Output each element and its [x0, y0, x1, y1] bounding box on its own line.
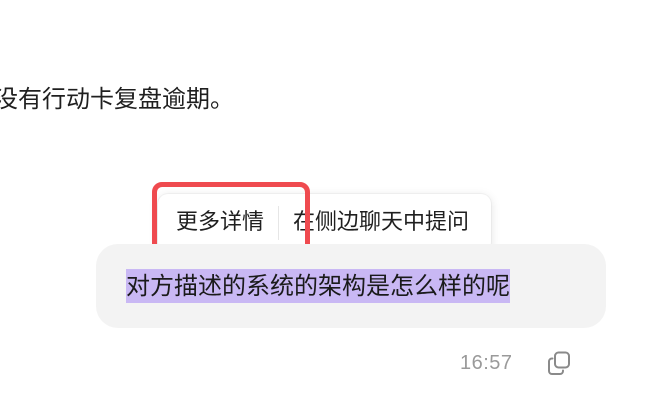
more-details-button[interactable]: 更多详情	[164, 208, 276, 238]
user-message-text[interactable]: 对方描述的系统的架构是怎么样的呢	[126, 269, 510, 303]
popup-divider	[278, 206, 280, 240]
ask-in-side-chat-button[interactable]: 在侧边聊天中提问	[281, 208, 481, 238]
copy-icon	[547, 351, 570, 375]
previous-assistant-message: 没有行动卡复盘逾期。	[0, 82, 234, 116]
previous-message-text: 没有行动卡复盘逾期。	[0, 85, 234, 113]
copy-button[interactable]	[547, 350, 573, 376]
message-meta-row: 16:57	[460, 346, 600, 380]
user-message-bubble: 对方描述的系统的架构是怎么样的呢	[96, 244, 606, 328]
message-timestamp: 16:57	[460, 351, 513, 374]
